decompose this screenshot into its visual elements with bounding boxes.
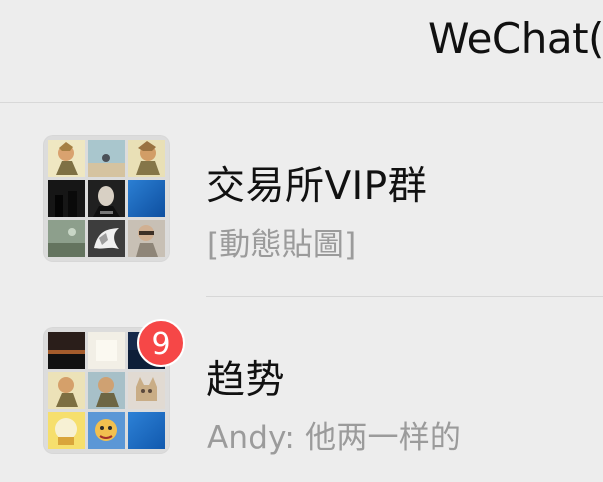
unread-count-badge: 9 xyxy=(137,319,185,367)
avatar-tile-blue-gradient xyxy=(128,180,165,217)
group-avatar xyxy=(43,135,170,262)
group-avatar-grid xyxy=(48,140,165,257)
wechat-chat-list-screen: WeChat(交易所VIP群 [動態貼圖] 9 趋势 Andy: 他两一样的 xyxy=(0,0,603,482)
page-title: WeChat( xyxy=(428,14,603,63)
top-header: WeChat( xyxy=(0,0,603,103)
last-message-preview: Andy: 他两一样的 xyxy=(207,420,462,456)
chat-list-item-vip-group[interactable]: 交易所VIP群 [動態貼圖] xyxy=(0,103,603,295)
avatar-tile-landscape xyxy=(48,220,85,257)
avatar-tile-beach xyxy=(88,140,125,177)
last-message-preview: [動態貼圖] xyxy=(207,227,357,263)
avatar-tile-anime-character xyxy=(88,372,125,409)
avatar-tile-dark xyxy=(48,180,85,217)
avatar-tile-portrait xyxy=(128,220,165,257)
avatar-tile-cat xyxy=(128,372,165,409)
avatar-tile-anime-character xyxy=(128,140,165,177)
chat-name: 交易所VIP群 xyxy=(206,164,428,209)
avatar-tile-cartoon xyxy=(88,412,125,449)
avatar-tile-dragon xyxy=(88,220,125,257)
avatar-tile-dark-sunset xyxy=(48,332,85,369)
chat-list-item-trend-group[interactable]: 9 趋势 Andy: 他两一样的 xyxy=(0,296,603,482)
avatar-tile-paper xyxy=(88,332,125,369)
chat-name: 趋势 xyxy=(206,358,286,403)
avatar-tile-anime-character xyxy=(48,140,85,177)
avatar-tile-yellow-cartoon xyxy=(48,412,85,449)
avatar-tile-portrait xyxy=(88,180,125,217)
avatar-tile-blue-gradient xyxy=(128,412,165,449)
avatar-tile-anime-character xyxy=(48,372,85,409)
